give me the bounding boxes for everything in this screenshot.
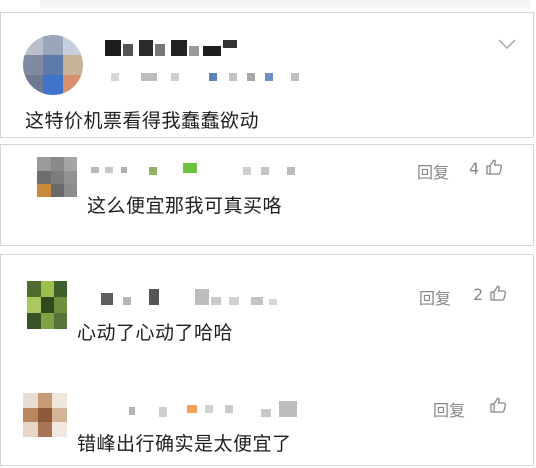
comment-text: 心动了心动了哈哈 <box>77 322 234 344</box>
thumbs-up-icon[interactable] <box>489 396 507 414</box>
like-count: 4 <box>469 159 480 178</box>
comment-text: 这特价机票看得我蠢蠢欲动 <box>25 110 260 132</box>
comment-text: 错峰出行确实是太便宜了 <box>77 433 292 455</box>
thumbs-up-icon[interactable] <box>485 158 503 176</box>
comment-card: 心动了心动了哈哈 回复 2 错峰出行确实是太便宜了 回复 <box>0 254 534 466</box>
chevron-down-icon[interactable] <box>497 37 517 51</box>
avatar[interactable] <box>27 281 67 329</box>
comment-card: 这么便宜那我可真买咯 回复 4 <box>0 144 534 246</box>
like-count: 2 <box>473 285 484 304</box>
comment-meta <box>111 71 311 81</box>
username[interactable] <box>91 163 321 177</box>
comment-text: 这么便宜那我可真买咯 <box>87 195 283 217</box>
top-edge <box>40 0 530 10</box>
reply-button[interactable]: 回复 <box>417 159 449 183</box>
avatar[interactable] <box>37 157 77 197</box>
reply-button[interactable]: 回复 <box>433 397 465 421</box>
username[interactable] <box>105 40 241 56</box>
avatar[interactable] <box>23 393 67 437</box>
avatar[interactable] <box>23 35 83 95</box>
reply-button[interactable]: 回复 <box>419 285 451 309</box>
username[interactable] <box>129 401 309 417</box>
comment-card: 这特价机票看得我蠢蠢欲动 <box>0 12 534 138</box>
thumbs-up-icon[interactable] <box>489 284 507 302</box>
username[interactable] <box>101 289 281 305</box>
